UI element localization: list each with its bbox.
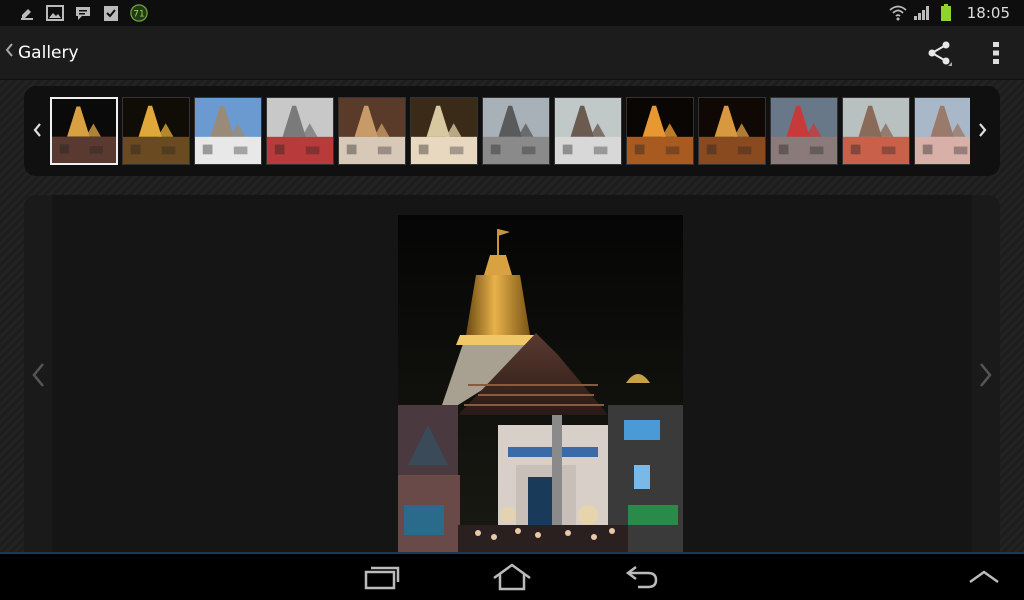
overflow-menu-icon xyxy=(993,41,999,64)
notification-icons: 71 xyxy=(0,4,148,22)
thumbnail-temple-night-lit-2[interactable] xyxy=(698,97,766,165)
signal-icon xyxy=(913,4,931,22)
thumbnail-temple-day-trees[interactable] xyxy=(554,97,622,165)
thumbnail-strip xyxy=(24,86,1000,176)
chevron-left-icon xyxy=(4,42,14,63)
temple-night-image xyxy=(398,215,683,555)
viewer-canvas xyxy=(52,195,972,555)
home-icon xyxy=(493,563,531,591)
thumbnail-image xyxy=(627,98,693,164)
next-photo-button[interactable] xyxy=(972,195,1000,555)
app-title: Gallery xyxy=(18,42,79,63)
thumbnail-temple-cloudy[interactable] xyxy=(482,97,550,165)
recent-apps-icon xyxy=(364,566,400,590)
home-button[interactable] xyxy=(491,562,533,592)
image-icon xyxy=(46,4,64,22)
thumbnail-temple-street[interactable] xyxy=(914,97,970,165)
share-icon xyxy=(928,41,952,66)
expand-up-button[interactable] xyxy=(967,568,1001,586)
thumbnail-image xyxy=(339,98,405,164)
chevron-left-icon xyxy=(32,363,44,387)
status-bar: 71 18:05 xyxy=(0,0,1024,26)
thumbnail-image xyxy=(699,98,765,164)
system-nav-bar xyxy=(0,552,1024,600)
share-button[interactable] xyxy=(926,40,952,66)
thumbnail-image xyxy=(195,98,261,164)
system-icons: 18:05 xyxy=(889,4,1024,22)
battery-icon xyxy=(937,4,955,22)
thumbnail-temple-chariots-2[interactable] xyxy=(842,97,910,165)
clipboard-check-icon xyxy=(102,4,120,22)
thumbnail-image xyxy=(771,98,837,164)
clock: 18:05 xyxy=(966,4,1010,22)
chevron-left-icon xyxy=(33,123,41,137)
thumbnail-temple-night-lit[interactable] xyxy=(626,97,694,165)
thumbnail-list xyxy=(50,97,970,165)
chevron-right-icon xyxy=(979,123,987,137)
app-badge-icon: 71 xyxy=(130,4,148,22)
svg-text:71: 71 xyxy=(133,10,144,20)
strip-next-button[interactable] xyxy=(970,119,996,143)
chevron-right-icon xyxy=(980,363,992,387)
up-navigation-button[interactable]: Gallery xyxy=(0,42,79,63)
thumbnail-temple-day-blue-sky[interactable] xyxy=(194,97,262,165)
thumbnail-deity-shrine[interactable] xyxy=(338,97,406,165)
wifi-icon xyxy=(889,4,907,22)
thumbnail-temple-chariots[interactable] xyxy=(266,97,334,165)
thumbnail-rath-yatra-crowd[interactable] xyxy=(770,97,838,165)
back-button[interactable] xyxy=(624,563,660,591)
photo-viewer xyxy=(24,195,1000,555)
thumbnail-image xyxy=(915,98,970,164)
recent-apps-button[interactable] xyxy=(362,564,400,590)
thumbnail-image xyxy=(52,99,116,163)
thumbnail-image xyxy=(411,98,477,164)
thumbnail-temple-night-gold[interactable] xyxy=(122,97,190,165)
overflow-menu-button[interactable] xyxy=(992,41,1000,65)
thumbnail-temple-sunset[interactable] xyxy=(410,97,478,165)
thumbnail-image xyxy=(267,98,333,164)
main-photo[interactable] xyxy=(398,215,683,555)
thumbnail-image xyxy=(555,98,621,164)
strip-prev-button[interactable] xyxy=(24,119,50,143)
prev-photo-button[interactable] xyxy=(24,195,52,555)
action-bar: Gallery xyxy=(0,26,1024,80)
thumbnail-temple-night-1[interactable] xyxy=(50,97,118,165)
thumbnail-image xyxy=(123,98,189,164)
back-icon xyxy=(625,566,658,589)
message-icon xyxy=(74,4,92,22)
thumbnail-image xyxy=(483,98,549,164)
chevron-up-icon xyxy=(969,570,999,584)
gallery-app: 71 18:05 Gallery xyxy=(0,0,1024,600)
thumbnail-image xyxy=(843,98,909,164)
usb-debug-icon xyxy=(18,4,36,22)
